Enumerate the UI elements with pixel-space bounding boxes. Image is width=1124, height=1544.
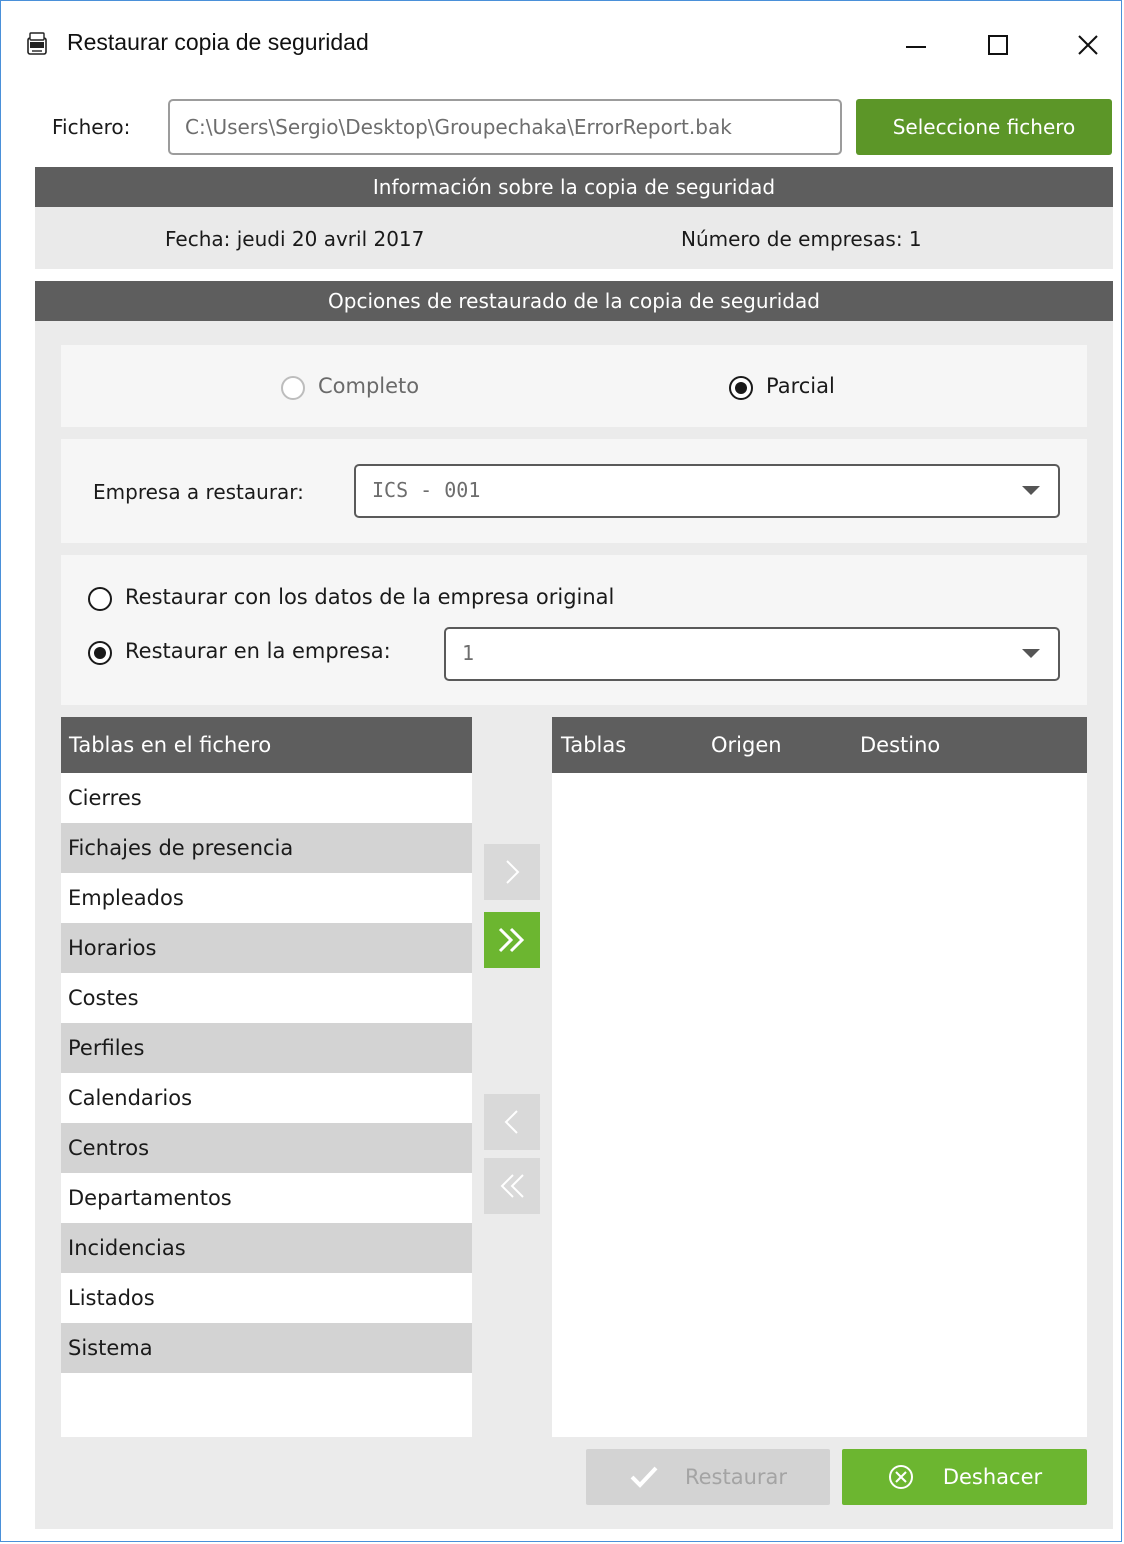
chevron-down-icon xyxy=(1022,649,1040,658)
minimize-icon xyxy=(906,46,926,48)
restore-button-label: Restaurar xyxy=(684,1465,788,1489)
company-label: Empresa a restaurar: xyxy=(93,480,304,504)
chevron-down-icon xyxy=(1022,486,1040,495)
parcial-radio[interactable] xyxy=(729,376,753,400)
backup-date: Fecha: jeudi 20 avril 2017 xyxy=(165,227,425,251)
list-item[interactable]: Departamentos xyxy=(61,1173,472,1223)
move-one-right-button[interactable] xyxy=(484,844,540,900)
list-item[interactable]: Calendarios xyxy=(61,1073,472,1123)
list-item[interactable]: Sistema xyxy=(61,1323,472,1373)
info-band: Fecha: jeudi 20 avril 2017 Número de emp… xyxy=(35,207,1113,269)
file-label: Fichero: xyxy=(52,115,131,139)
restore-in-company-radio[interactable] xyxy=(88,641,112,665)
completo-radio[interactable] xyxy=(281,376,305,400)
list-item[interactable]: Fichajes de presencia xyxy=(61,823,472,873)
source-list-header: Tablas en el fichero xyxy=(61,717,472,773)
list-item[interactable]: Perfiles xyxy=(61,1023,472,1073)
list-item[interactable]: Listados xyxy=(61,1273,472,1323)
restore-backup-window: Restaurar copia de seguridad Fichero: C:… xyxy=(0,0,1122,1542)
maximize-icon xyxy=(988,35,1008,55)
parcial-label: Parcial xyxy=(766,374,835,398)
list-item[interactable]: Centros xyxy=(61,1123,472,1173)
list-item[interactable]: Horarios xyxy=(61,923,472,973)
chevron-right-icon xyxy=(506,860,520,884)
undo-button-label: Deshacer xyxy=(942,1465,1043,1489)
move-all-left-button[interactable] xyxy=(484,1158,540,1214)
select-file-button[interactable]: Seleccione fichero xyxy=(856,99,1112,155)
column-tablas[interactable]: Tablas xyxy=(561,733,626,757)
company-dropdown-value: ICS - 001 xyxy=(372,478,481,502)
list-item[interactable]: Incidencias xyxy=(61,1223,472,1273)
restore-mode-card xyxy=(61,345,1087,427)
column-origen[interactable]: Origen xyxy=(711,733,782,757)
file-path-input[interactable]: C:\Users\Sergio\Desktop\Groupechaka\Erro… xyxy=(168,99,842,155)
source-tables-list[interactable]: Tablas en el fichero Cierres Fichajes de… xyxy=(61,717,472,1437)
double-chevron-left-icon xyxy=(500,1174,524,1198)
move-all-right-button[interactable] xyxy=(484,912,540,968)
company-count: Número de empresas: 1 xyxy=(681,227,922,251)
double-chevron-right-icon xyxy=(498,927,525,953)
title-bar[interactable]: Restaurar copia de seguridad xyxy=(1,1,1121,87)
undo-button[interactable]: Deshacer xyxy=(842,1449,1087,1505)
window-title: Restaurar copia de seguridad xyxy=(67,29,369,55)
close-icon xyxy=(1078,35,1098,55)
restore-in-company-label: Restaurar en la empresa: xyxy=(125,639,391,663)
move-one-left-button[interactable] xyxy=(484,1094,540,1150)
destination-tables-grid[interactable]: Tablas Origen Destino xyxy=(552,717,1087,1437)
target-company-value: 1 xyxy=(462,641,475,665)
maximize-button[interactable] xyxy=(978,25,1018,65)
column-destino[interactable]: Destino xyxy=(860,733,940,757)
target-company-dropdown[interactable]: 1 xyxy=(444,627,1060,681)
completo-label: Completo xyxy=(318,374,420,398)
list-item[interactable]: Cierres xyxy=(61,773,472,823)
company-dropdown[interactable]: ICS - 001 xyxy=(354,464,1060,518)
list-item[interactable]: Empleados xyxy=(61,873,472,923)
restore-original-label: Restaurar con los datos de la empresa or… xyxy=(125,585,615,609)
list-item[interactable]: Costes xyxy=(61,973,472,1023)
destination-header: Tablas Origen Destino xyxy=(552,717,1087,773)
bak-file-icon xyxy=(27,32,47,55)
close-button[interactable] xyxy=(1068,25,1108,65)
cancel-circle-icon xyxy=(888,1465,913,1489)
chevron-left-icon xyxy=(504,1110,518,1134)
info-section-header: Información sobre la copia de seguridad xyxy=(35,167,1113,207)
checkmark-icon xyxy=(630,1466,658,1488)
minimize-button[interactable] xyxy=(896,25,936,65)
options-section-header: Opciones de restaurado de la copia de se… xyxy=(35,281,1113,321)
restore-original-radio[interactable] xyxy=(88,587,112,611)
restore-button[interactable]: Restaurar xyxy=(586,1449,830,1505)
